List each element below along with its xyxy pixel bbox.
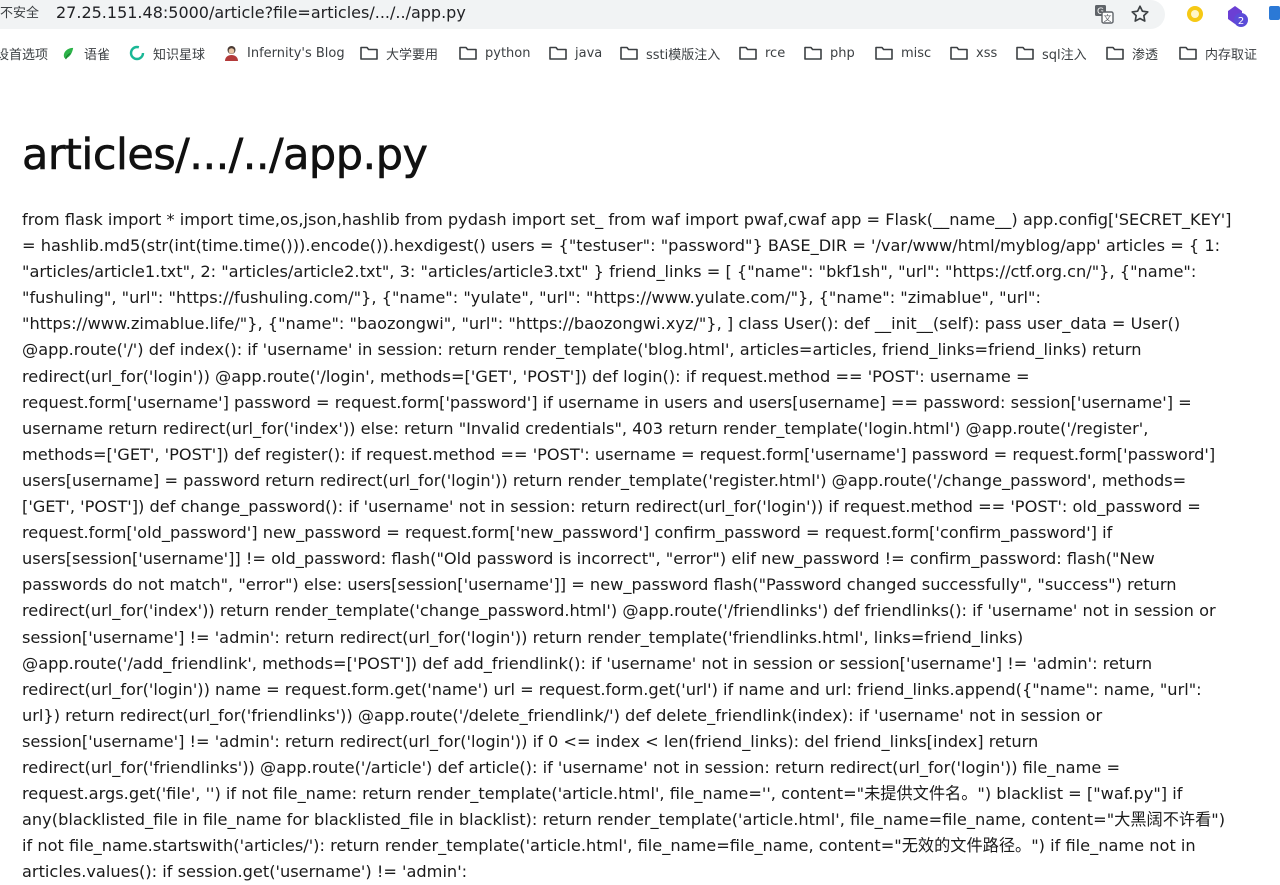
extension-yellow-icon[interactable]	[1184, 3, 1206, 25]
bookmark-folder[interactable]: java	[549, 42, 602, 64]
folder-icon	[1016, 46, 1034, 60]
folder-icon	[620, 46, 638, 60]
bookmark-folder[interactable]: xss	[950, 42, 997, 64]
page-title: articles/.../../app.py	[22, 130, 429, 181]
bookmark-label: java	[575, 45, 603, 61]
svg-text:文: 文	[1104, 13, 1112, 23]
file-content: from flask import * import time,os,json,…	[22, 210, 1232, 882]
bookmark-item[interactable]: 知识星球	[129, 42, 205, 64]
bookmark-folder[interactable]: ssti模版注入	[620, 42, 720, 64]
browser-toolbar: 不安全 27.25.151.48:5000/article?file=artic…	[0, 0, 1280, 29]
bookmark-label: php	[830, 45, 855, 61]
folder-icon	[875, 46, 893, 60]
folder-icon	[360, 46, 378, 60]
bookmark-folder[interactable]: python	[459, 42, 530, 64]
bookmark-label: misc	[901, 45, 932, 61]
bookmark-folder[interactable]: php	[804, 42, 855, 64]
bookmark-label: rce	[765, 45, 786, 61]
bookmark-label: 大学要用	[386, 47, 439, 63]
bookmark-item[interactable]: 语雀	[61, 42, 110, 64]
bookmark-label: 内存取证	[1205, 47, 1258, 63]
bookmark-folder[interactable]: 大学要用	[360, 42, 438, 64]
bookmark-label: ssti模版注入	[646, 47, 721, 63]
folder-icon	[804, 46, 822, 60]
bookmark-item[interactable]: Infernity's Blog	[224, 42, 345, 64]
bookmark-folder[interactable]: 渗透	[1106, 42, 1158, 64]
bookmark-label: 知识星球	[153, 47, 206, 63]
address-bar[interactable]: 不安全 27.25.151.48:5000/article?file=artic…	[0, 0, 1165, 29]
folder-icon	[459, 46, 477, 60]
extension-badge: 2	[1238, 16, 1244, 27]
bookmark-folder[interactable]: sql注入	[1016, 42, 1087, 64]
folder-icon	[549, 46, 567, 60]
folder-icon	[739, 46, 757, 60]
folder-icon	[950, 46, 968, 60]
bookmark-label: python	[485, 45, 531, 61]
folder-icon	[1179, 46, 1197, 60]
yuque-icon	[63, 47, 74, 59]
bookmark-label: Infernity's Blog	[247, 45, 345, 61]
bookmark-label: 渗透	[1132, 47, 1159, 63]
bookmark-label: 语雀	[84, 47, 111, 63]
folder-icon	[1106, 46, 1124, 60]
extension-purple-icon[interactable]: 2	[1224, 3, 1250, 29]
security-indicator[interactable]: 不安全	[0, 5, 39, 23]
translate-icon[interactable]: G 文	[1094, 4, 1114, 24]
bookmark-item[interactable]: 设首选项	[0, 42, 48, 64]
bookmark-folder[interactable]: misc	[875, 42, 931, 64]
bookmark-folder[interactable]: rce	[739, 42, 785, 64]
bookmark-label: sql注入	[1042, 47, 1087, 63]
url-text[interactable]: 27.25.151.48:5000/article?file=articles/…	[56, 3, 466, 23]
bookmark-label: 设首选项	[0, 47, 49, 63]
bookmark-folder[interactable]: 内存取证	[1179, 42, 1257, 64]
extension-blue-icon[interactable]	[1266, 3, 1280, 25]
avatar-icon	[225, 46, 238, 61]
zsxq-icon	[129, 45, 145, 61]
bookmark-star-icon[interactable]	[1129, 3, 1151, 25]
bookmarks-bar: 设首选项 语雀 知识星球 Infernity's Blog 大学要用 pytho…	[0, 38, 1280, 68]
bookmark-label: xss	[976, 45, 998, 61]
